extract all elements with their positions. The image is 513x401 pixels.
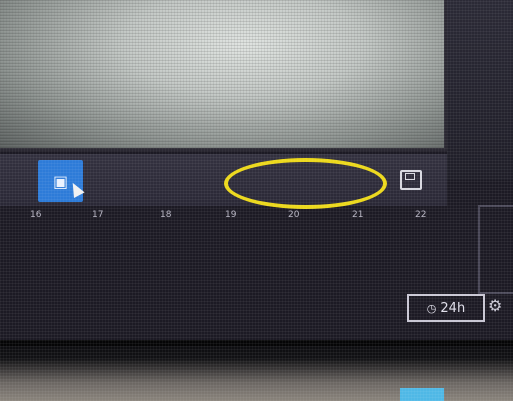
bezel-edge [0,340,513,346]
desk-object [400,388,444,401]
timeline-tick: 18 [160,210,172,220]
video-preview [0,0,447,151]
side-panel-edge [478,205,513,294]
camera-icon: ▣ [52,171,69,191]
clock-icon: ◷ [426,301,437,315]
timeline-tick: 19 [225,210,237,220]
timeline-tick: 21 [352,210,364,220]
timeline-tick: 22 [415,210,427,220]
duration-label: 24h [440,300,466,316]
timeline-tick: 17 [92,210,104,220]
duration-selector[interactable]: ◷ 24h [407,294,485,322]
timeline-track[interactable] [0,206,447,236]
right-pane [447,0,513,180]
photo-scene: ▣ 16 17 18 19 20 21 22 ◷ 24h ⚙ [0,0,513,401]
settings-icon[interactable]: ⚙ [488,296,502,315]
highlight-annotation [224,158,387,209]
timeline-tick: 20 [288,210,300,220]
timeline-tick: 16 [30,210,42,220]
save-icon[interactable] [400,170,422,190]
